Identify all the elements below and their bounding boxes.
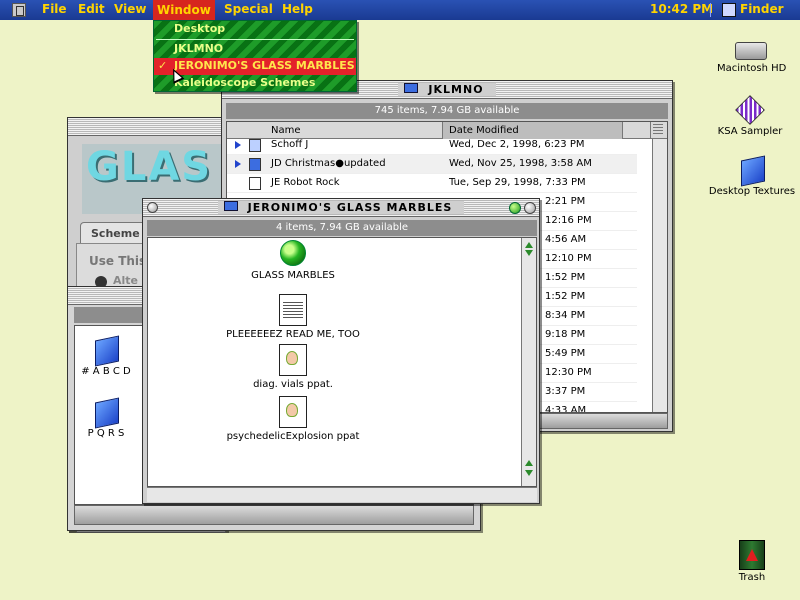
- scroll-down-arrow-icon[interactable]: [525, 250, 533, 256]
- window-title: JKLMNO: [422, 83, 490, 96]
- menu-separator: [710, 3, 711, 17]
- disclosure-triangle-icon[interactable]: [235, 160, 241, 168]
- window-menu-dropdown: Desktop JKLMNO ✓ JERONIMO'S GLASS MARBLE…: [153, 20, 357, 92]
- folder-icon: [223, 201, 238, 211]
- apple-menu-icon[interactable]: [12, 3, 26, 17]
- folder-icon: [92, 398, 120, 426]
- document-icon: [249, 177, 261, 190]
- window-titlebar[interactable]: [68, 118, 226, 136]
- folder-icon: [249, 158, 261, 171]
- window-titlebar[interactable]: JERONIMO'S GLASS MARBLES: [143, 199, 539, 217]
- hard-drive-icon: [735, 42, 767, 60]
- horizontal-scrollbar[interactable]: [147, 487, 537, 502]
- glass-marbles-window[interactable]: JERONIMO'S GLASS MARBLES 4 items, 7.94 G…: [142, 198, 540, 504]
- folder-icon: [738, 156, 766, 184]
- file-psychedelicexplosion-ppat[interactable]: psychedelicExplosion ppat: [208, 396, 378, 442]
- folder-icon: [404, 83, 419, 93]
- newspaper-document-icon: [279, 294, 307, 326]
- menu-bar: File Edit View Window Special Help 10:42…: [0, 0, 800, 20]
- menu-help[interactable]: Help: [282, 2, 313, 16]
- folder-pqrs[interactable]: P Q R S: [81, 398, 131, 439]
- menu-clock[interactable]: 10:42 PM: [650, 2, 713, 16]
- kaleidoscope-document-icon: [279, 344, 307, 376]
- green-marble-icon: [280, 240, 306, 266]
- vertical-scrollbar[interactable]: [652, 139, 667, 412]
- folder-icon: [92, 336, 120, 364]
- vertical-scrollbar[interactable]: [521, 238, 536, 486]
- window-menu-item-desktop[interactable]: Desktop: [154, 21, 356, 38]
- menu-edit[interactable]: Edit: [78, 2, 105, 16]
- window-title: JERONIMO'S GLASS MARBLES: [241, 201, 459, 214]
- collapse-box-icon[interactable]: [524, 202, 536, 214]
- file-diag-vials-ppat[interactable]: diag. vials ppat.: [228, 344, 358, 390]
- scroll-down-arrow-icon[interactable]: [525, 470, 533, 476]
- desktop-icon-macintosh-hd[interactable]: Macintosh HD: [715, 42, 789, 74]
- zoom-box-icon[interactable]: [509, 202, 521, 214]
- disclosure-triangle-icon[interactable]: [235, 141, 241, 149]
- tab-scheme[interactable]: Scheme: [80, 222, 150, 244]
- checkmark-icon: ✓: [158, 59, 168, 72]
- window-info-bar: 745 items, 7.94 GB available: [226, 103, 668, 119]
- window-info-bar: 4 items, 7.94 GB available: [147, 220, 537, 236]
- desktop-icon-ksa-sampler[interactable]: KSA Sampler: [712, 95, 788, 137]
- window-menu-item-kaleidoscope-schemes[interactable]: Kaleidoscope Schemes: [154, 75, 356, 92]
- list-row[interactable]: Schoff J Wed, Dec 2, 1998, 6:23 PM: [227, 136, 637, 155]
- scroll-up-arrow-icon[interactable]: [525, 242, 533, 248]
- icon-view: GLASS MARBLES PLEEEEEEZ READ ME, TOO dia…: [147, 237, 537, 487]
- window-menu-item-glass-marbles[interactable]: ✓ JERONIMO'S GLASS MARBLES: [154, 58, 356, 75]
- menu-window[interactable]: Window: [153, 0, 215, 20]
- kaleidoscope-document-icon: [279, 396, 307, 428]
- menu-special[interactable]: Special: [224, 2, 273, 16]
- window-menu-item-jklmno[interactable]: JKLMNO: [154, 41, 356, 58]
- glass-logo-text: GLAS: [86, 144, 213, 190]
- application-menu[interactable]: Finder: [740, 2, 784, 16]
- desktop-icon-desktop-textures[interactable]: Desktop Textures: [706, 156, 798, 197]
- sort-direction-icon[interactable]: [653, 124, 663, 136]
- menu-file[interactable]: File: [42, 2, 67, 16]
- desktop-icon-trash[interactable]: Trash: [732, 540, 772, 583]
- file-pleeeeeez-read-me-too[interactable]: PLEEEEEEZ READ ME, TOO: [208, 294, 378, 340]
- folder-icon: [249, 139, 261, 152]
- menu-view[interactable]: View: [114, 2, 146, 16]
- ksa-sampler-icon: [735, 95, 765, 125]
- scroll-up-arrow-icon[interactable]: [525, 460, 533, 466]
- window-bottom-frame: [74, 505, 474, 525]
- list-row[interactable]: JE Robot Rock Tue, Sep 29, 1998, 7:33 PM: [227, 174, 637, 193]
- finder-icon[interactable]: [722, 3, 736, 17]
- folder-abcd[interactable]: # A B C D: [81, 336, 131, 377]
- list-row[interactable]: JD Christmas●updated Wed, Nov 25, 1998, …: [227, 155, 637, 174]
- option-label: Use This: [89, 254, 147, 268]
- trash-icon: [739, 540, 765, 570]
- file-glass-marbles[interactable]: GLASS MARBLES: [228, 240, 358, 281]
- menu-divider: [156, 39, 354, 40]
